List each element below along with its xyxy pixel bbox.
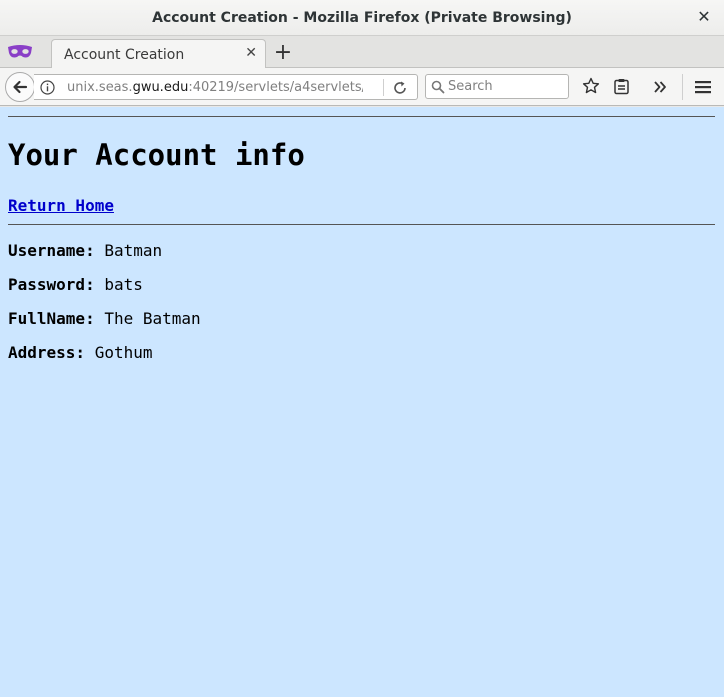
field-password: Password: bats	[8, 275, 143, 294]
new-tab-button[interactable]: +	[272, 40, 294, 65]
url-path: :40219/servlets/a4servlets/	[188, 80, 363, 95]
return-home-link[interactable]: Return Home	[8, 196, 114, 215]
field-address: Address: Gothum	[8, 343, 153, 362]
field-value: bats	[104, 275, 143, 294]
back-arrow-icon	[13, 80, 28, 94]
reader-view-icon[interactable]	[613, 78, 630, 95]
url-bar[interactable]: unix.seas.gwu.edu:40219/servlets/a4servl…	[34, 74, 418, 100]
window-close-button[interactable]: ✕	[696, 8, 712, 26]
hamburger-menu-icon[interactable]	[694, 79, 712, 95]
back-button[interactable]	[5, 72, 35, 102]
field-label: Password:	[8, 275, 95, 294]
url-host: gwu.edu	[132, 80, 189, 95]
field-username: Username: Batman	[8, 241, 162, 260]
field-label: FullName:	[8, 309, 95, 328]
field-value: Batman	[104, 241, 163, 260]
field-label: Username:	[8, 241, 95, 260]
search-input[interactable]	[448, 77, 564, 96]
url-separator	[383, 79, 384, 96]
overflow-chevron-icon[interactable]	[653, 80, 667, 94]
info-icon[interactable]	[40, 80, 55, 95]
url-text[interactable]: unix.seas.gwu.edu:40219/servlets/a4servl…	[67, 80, 363, 95]
search-icon	[431, 80, 445, 94]
window-title: Account Creation - Mozilla Firefox (Priv…	[152, 10, 572, 26]
page-content: Your Account info Return Home Username: …	[0, 107, 724, 697]
page-title: Your Account info	[8, 138, 305, 172]
content-divider	[8, 224, 715, 225]
bookmark-star-icon[interactable]	[582, 77, 600, 95]
tab-close-button[interactable]: ✕	[245, 45, 257, 61]
toolbar-separator	[682, 74, 683, 100]
tab-label: Account Creation	[64, 47, 185, 63]
field-value: The Batman	[104, 309, 201, 328]
search-bar[interactable]	[425, 74, 569, 99]
field-value: Gothum	[94, 343, 153, 362]
reload-icon[interactable]	[392, 80, 408, 96]
top-divider	[8, 116, 715, 117]
field-label: Address:	[8, 343, 86, 362]
window-titlebar: Account Creation - Mozilla Firefox (Priv…	[0, 0, 724, 36]
tab-bar: Account Creation ✕ +	[0, 36, 724, 69]
tab-account-creation[interactable]: Account Creation ✕	[51, 39, 266, 69]
url-prefix: unix.seas.	[67, 80, 133, 95]
navigation-toolbar: unix.seas.gwu.edu:40219/servlets/a4servl…	[0, 68, 724, 106]
field-fullname: FullName: The Batman	[8, 309, 201, 328]
private-mask-icon	[8, 45, 32, 58]
